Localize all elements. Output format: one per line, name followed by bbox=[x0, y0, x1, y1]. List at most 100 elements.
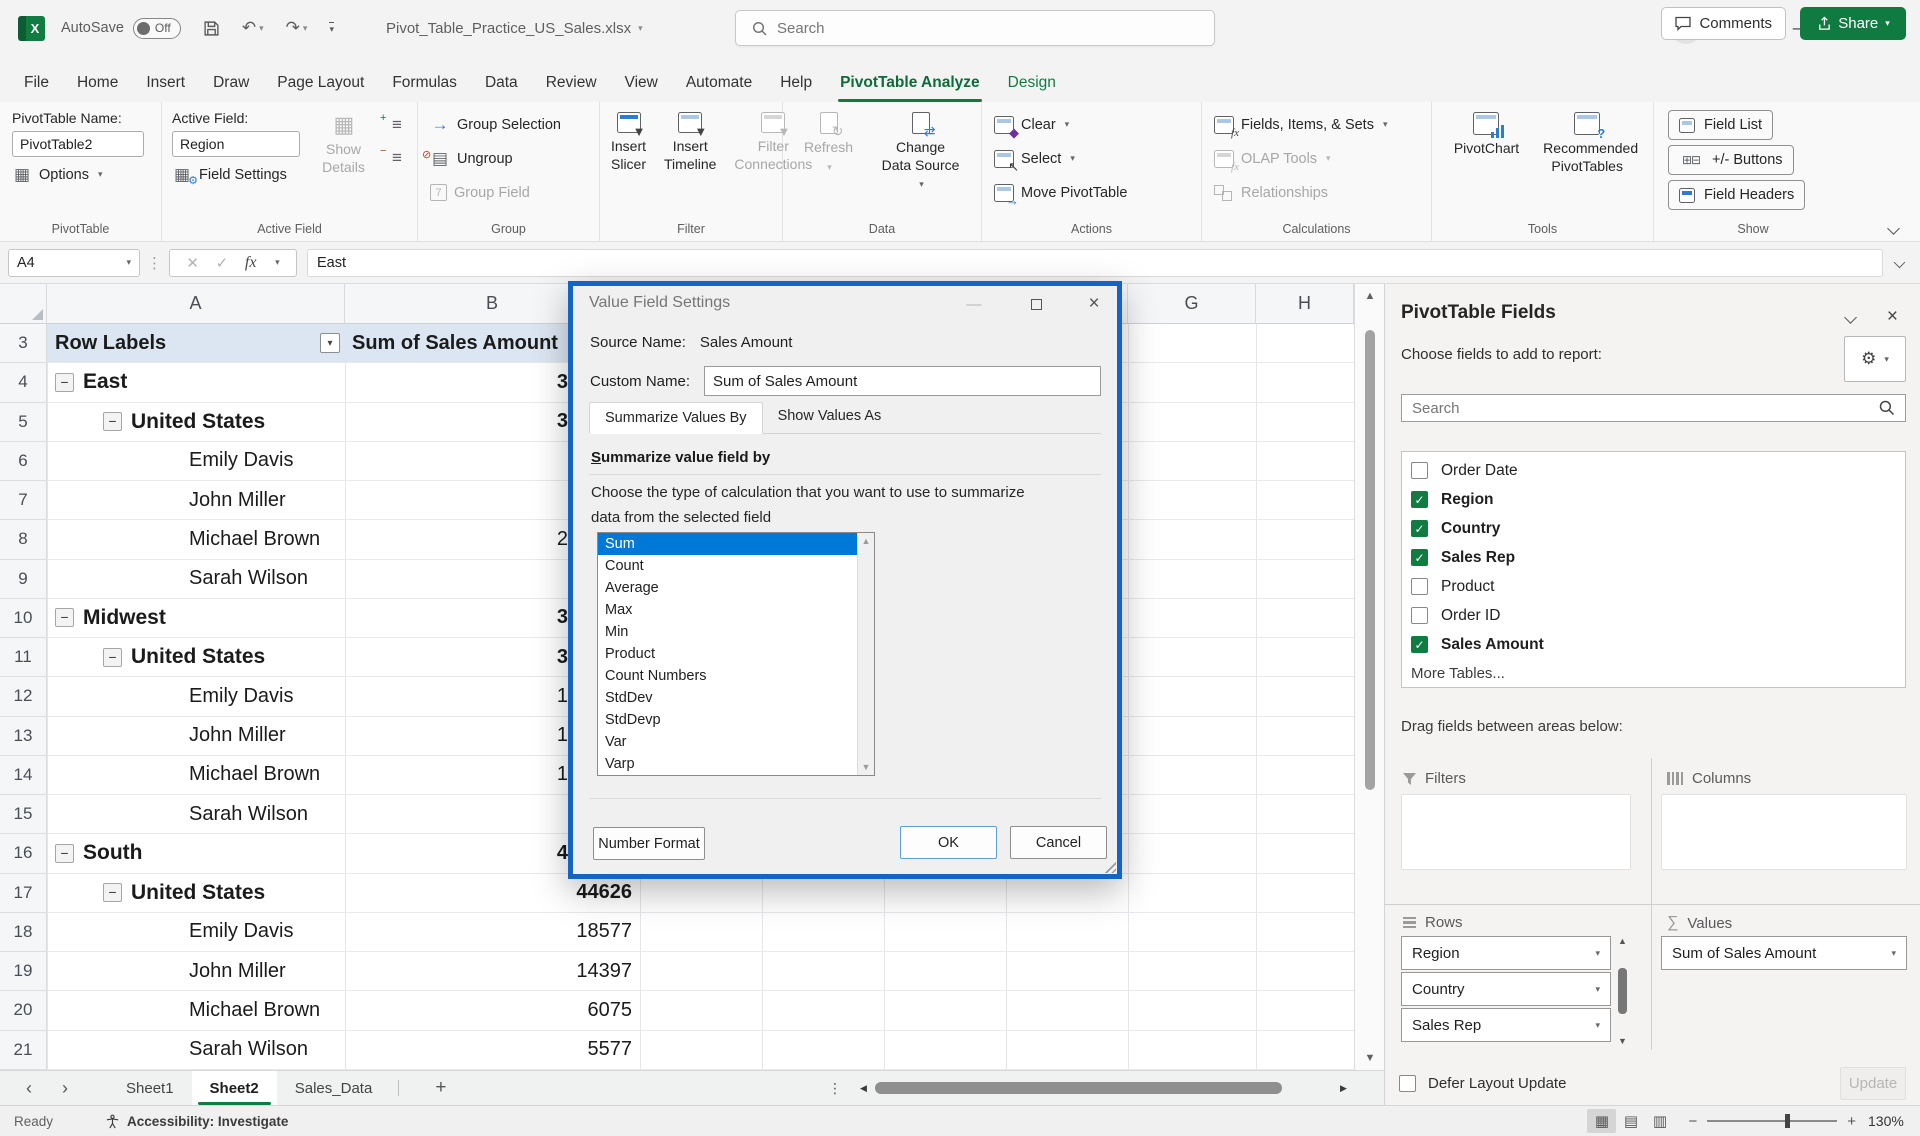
row-label-cell[interactable]: Michael Brown bbox=[47, 520, 345, 558]
row-label-cell[interactable]: − East bbox=[47, 363, 345, 401]
value-cell[interactable]: 14397 bbox=[345, 952, 640, 990]
field-row[interactable]: Order Date bbox=[1402, 456, 1905, 485]
filter-dropdown-button[interactable]: ▾ bbox=[320, 333, 340, 353]
quick-access-customize-icon[interactable]: ▾ bbox=[329, 22, 334, 35]
field-checkbox[interactable] bbox=[1411, 578, 1428, 595]
field-row[interactable]: Sales Amount bbox=[1402, 630, 1905, 659]
row-number[interactable]: 20 bbox=[0, 991, 47, 1030]
row-number[interactable]: 21 bbox=[0, 1031, 47, 1070]
collapse-button[interactable]: − bbox=[103, 883, 122, 902]
row-label-cell[interactable]: Michael Brown bbox=[47, 756, 345, 794]
comments-button[interactable]: Comments bbox=[1661, 7, 1786, 40]
row-number[interactable]: 6 bbox=[0, 442, 47, 481]
vertical-scrollbar[interactable]: ▲ ▼ bbox=[1354, 284, 1384, 1070]
ribbon-tab[interactable]: Formulas bbox=[378, 74, 471, 102]
row-number[interactable]: 7 bbox=[0, 481, 47, 520]
row-number[interactable]: 16 bbox=[0, 834, 47, 873]
value-cell[interactable]: 6075 bbox=[345, 991, 640, 1029]
row-number[interactable]: 12 bbox=[0, 677, 47, 716]
column-header-g[interactable]: G bbox=[1128, 284, 1256, 323]
ribbon-tab[interactable]: Data bbox=[471, 74, 532, 102]
undo-button[interactable]: ↶▾ bbox=[242, 18, 264, 38]
more-tables-link[interactable]: More Tables... bbox=[1402, 659, 1905, 688]
row-label-cell[interactable]: − South bbox=[47, 834, 345, 872]
name-box[interactable]: A4▾ bbox=[8, 249, 140, 277]
column-header-h[interactable]: H bbox=[1256, 284, 1354, 323]
row-label-cell[interactable]: − United States bbox=[47, 874, 345, 912]
row-number[interactable]: 8 bbox=[0, 520, 47, 559]
listbox-scrollbar[interactable]: ▲▼ bbox=[857, 533, 874, 775]
field-settings-button[interactable]: ▦⚙Field Settings bbox=[172, 162, 300, 187]
sheet-tab[interactable]: Sales_Data bbox=[277, 1071, 391, 1105]
calculation-option[interactable]: Max bbox=[598, 599, 857, 621]
accessibility-status[interactable]: Accessibility: Investigate bbox=[105, 1114, 288, 1129]
pane-close-icon[interactable]: × bbox=[1887, 306, 1898, 328]
row-label-cell[interactable]: John Miller bbox=[47, 717, 345, 755]
drill-up-icon[interactable]: ≡− bbox=[387, 149, 407, 166]
zoom-in-icon[interactable]: + bbox=[1847, 1113, 1856, 1130]
plus-minus-buttons-toggle[interactable]: ⊞⊟+/- Buttons bbox=[1668, 145, 1794, 175]
field-row[interactable]: Region bbox=[1402, 485, 1905, 514]
row-label-cell[interactable]: Sarah Wilson bbox=[47, 795, 345, 833]
resize-grip[interactable] bbox=[1102, 859, 1116, 873]
field-row[interactable]: Country bbox=[1402, 514, 1905, 543]
columns-drop-zone[interactable] bbox=[1661, 794, 1907, 870]
share-button[interactable]: Share ▾ bbox=[1800, 7, 1906, 40]
redo-button[interactable]: ↷▾ bbox=[286, 18, 308, 38]
row-number[interactable]: 4 bbox=[0, 363, 47, 402]
zoom-slider-thumb[interactable] bbox=[1785, 1114, 1790, 1128]
document-title[interactable]: Pivot_Table_Practice_US_Sales.xlsx▾ bbox=[386, 20, 643, 37]
row-number[interactable]: 10 bbox=[0, 599, 47, 638]
dialog-tab[interactable]: Summarize Values By bbox=[589, 402, 763, 434]
ribbon-tab[interactable]: Page Layout bbox=[263, 74, 378, 102]
fields-search-input[interactable]: Search bbox=[1401, 394, 1906, 422]
calculation-option[interactable]: StdDevp bbox=[598, 709, 857, 731]
field-row[interactable]: Order ID bbox=[1402, 601, 1905, 630]
ribbon-tab[interactable]: File bbox=[10, 74, 63, 102]
field-checkbox[interactable] bbox=[1411, 462, 1428, 479]
sheet-options-icon[interactable]: ⋮ bbox=[828, 1080, 842, 1097]
value-field-chip[interactable]: Sum of Sales Amount▾ bbox=[1661, 936, 1907, 970]
collapse-button[interactable]: − bbox=[55, 608, 74, 627]
calculation-option[interactable]: Varp bbox=[598, 753, 857, 775]
field-checkbox[interactable] bbox=[1411, 636, 1428, 653]
field-headers-toggle[interactable]: Field Headers bbox=[1668, 180, 1805, 210]
options-button[interactable]: ▦Options▾ bbox=[12, 162, 149, 187]
select-all-corner[interactable] bbox=[0, 284, 47, 323]
select-button[interactable]: ↖Select▾ bbox=[994, 146, 1189, 171]
ribbon-tab[interactable]: Review bbox=[532, 74, 611, 102]
row-number[interactable]: 15 bbox=[0, 795, 47, 834]
change-data-source-button[interactable]: ⇄Change Data Source ▾ bbox=[874, 110, 967, 194]
scroll-up-icon[interactable]: ▲ bbox=[1355, 290, 1384, 302]
previous-sheet-icon[interactable]: ‹ bbox=[26, 1078, 32, 1099]
value-cell[interactable]: 5577 bbox=[345, 1031, 640, 1069]
ribbon-tab[interactable]: Automate bbox=[672, 74, 766, 102]
row-field-chip[interactable]: Region▾ bbox=[1401, 936, 1611, 970]
insert-function-icon[interactable]: fx bbox=[245, 254, 257, 272]
row-number[interactable]: 5 bbox=[0, 403, 47, 442]
row-number[interactable]: 13 bbox=[0, 717, 47, 756]
ribbon-tab[interactable]: Help bbox=[766, 74, 826, 102]
collapse-button[interactable]: − bbox=[103, 648, 122, 667]
autosave-toggle[interactable]: Off bbox=[133, 18, 181, 39]
dialog-close-button[interactable]: × bbox=[1079, 292, 1109, 316]
move-pivottable-button[interactable]: →Move PivotTable bbox=[994, 180, 1189, 205]
field-row[interactable]: Sales Rep bbox=[1402, 543, 1905, 572]
zoom-slider[interactable] bbox=[1707, 1120, 1837, 1122]
row-number[interactable]: 19 bbox=[0, 952, 47, 991]
drill-down-icon[interactable]: ≡+ bbox=[387, 116, 407, 133]
horizontal-scroll-thumb[interactable] bbox=[875, 1082, 1282, 1094]
cancel-button[interactable]: Cancel bbox=[1010, 826, 1107, 859]
row-label-cell[interactable]: Emily Davis bbox=[47, 442, 345, 480]
row-label-cell[interactable]: Sarah Wilson bbox=[47, 560, 345, 598]
page-break-view-button[interactable]: ▥ bbox=[1645, 1109, 1674, 1133]
ribbon-tab[interactable]: Design bbox=[994, 74, 1070, 102]
row-number[interactable]: 11 bbox=[0, 638, 47, 677]
row-label-cell[interactable]: John Miller bbox=[47, 481, 345, 519]
field-row[interactable]: Product bbox=[1402, 572, 1905, 601]
row-number[interactable]: 14 bbox=[0, 756, 47, 795]
zoom-level[interactable]: 130% bbox=[1868, 1113, 1910, 1129]
filters-drop-zone[interactable] bbox=[1401, 794, 1631, 870]
ungroup-button[interactable]: ▤⊘Ungroup bbox=[430, 146, 587, 171]
value-cell[interactable]: 18577 bbox=[345, 913, 640, 951]
